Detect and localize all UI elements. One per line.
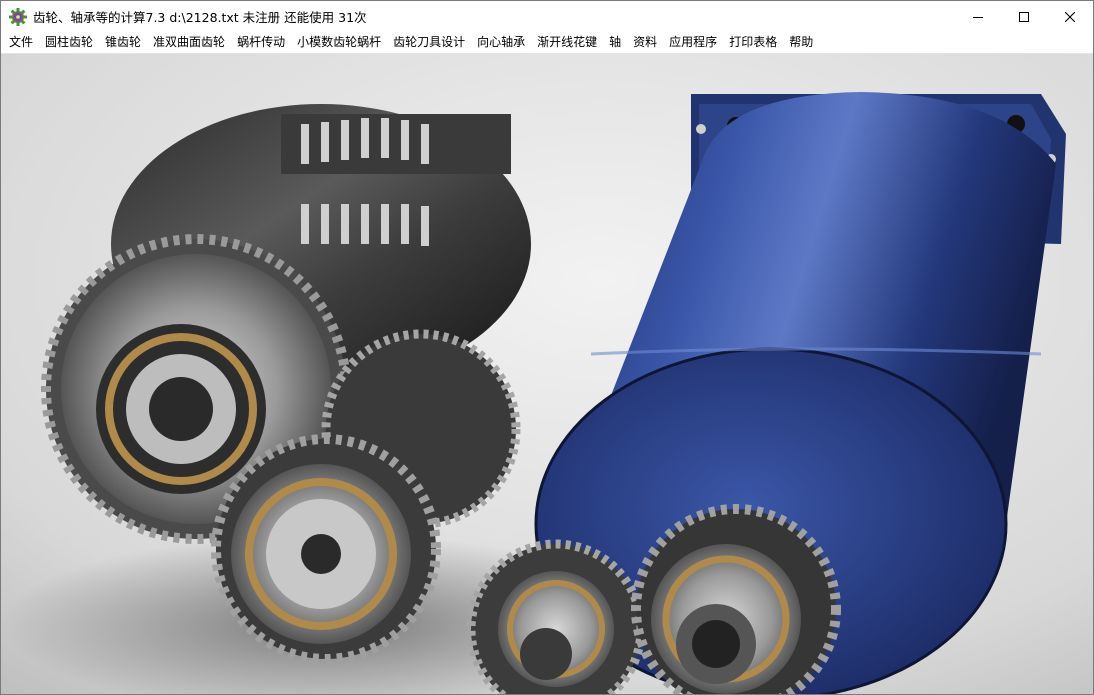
menu-cylindrical-gear[interactable]: 圆柱齿轮 [39,32,99,53]
close-button[interactable] [1047,1,1093,32]
menu-file[interactable]: 文件 [1,32,39,53]
menu-bar: 文件 圆柱齿轮 锥齿轮 准双曲面齿轮 蜗杆传动 小模数齿轮蜗杆 齿轮刀具设计 向… [1,32,1093,53]
maximize-icon [1019,11,1029,22]
menu-radial-bearing[interactable]: 向心轴承 [471,32,531,53]
menu-small-module-gear-worm[interactable]: 小模数齿轮蜗杆 [291,32,387,53]
window-title: 齿轮、轴承等的计算7.3 d:\2128.txt 未注册 还能使用 31次 [33,10,367,25]
title-bar[interactable]: 齿轮、轴承等的计算7.3 d:\2128.txt 未注册 还能使用 31次 [1,1,1093,32]
menu-print-tables[interactable]: 打印表格 [723,32,783,53]
menu-reference[interactable]: 资料 [627,32,663,53]
maximize-button[interactable] [1001,1,1047,32]
menu-shaft[interactable]: 轴 [603,32,627,53]
menu-worm-drive[interactable]: 蜗杆传动 [231,32,291,53]
minimize-icon [973,16,983,18]
close-icon [1065,11,1075,22]
gear-icon [9,7,27,26]
menu-help[interactable]: 帮助 [783,32,819,53]
menu-bevel-gear[interactable]: 锥齿轮 [99,32,147,53]
menu-gear-cutter-design[interactable]: 齿轮刀具设计 [387,32,471,53]
menu-applications[interactable]: 应用程序 [663,32,723,53]
minimize-button[interactable] [955,1,1001,32]
menu-hypoid-gear[interactable]: 准双曲面齿轮 [147,32,231,53]
app-window: 齿轮、轴承等的计算7.3 d:\2128.txt 未注册 还能使用 31次 文件… [0,0,1094,695]
gearbox-render-image [1,54,1093,694]
menu-involute-spline[interactable]: 渐开线花键 [531,32,603,53]
